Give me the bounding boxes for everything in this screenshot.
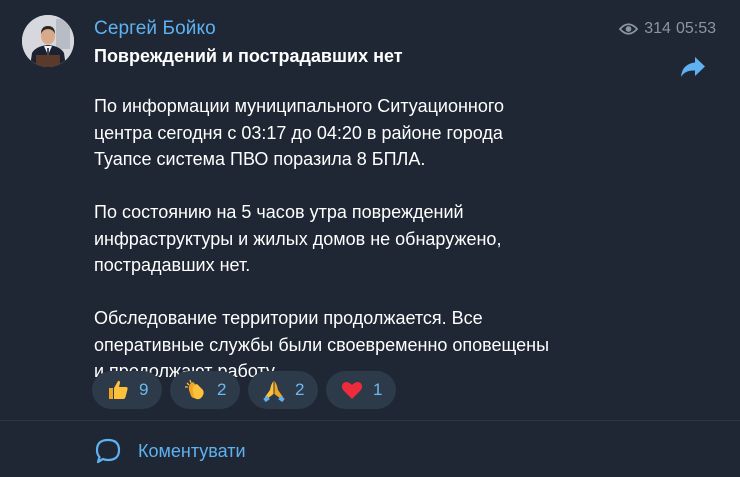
reaction-count: 1 bbox=[373, 380, 383, 399]
view-count: 314 bbox=[644, 20, 671, 37]
comment-label: Коментувати bbox=[138, 440, 246, 461]
comment-bubble-icon bbox=[95, 438, 121, 464]
reaction-count: 2 bbox=[295, 380, 305, 399]
comment-button[interactable]: Коментувати bbox=[94, 437, 246, 465]
avatar-photo bbox=[22, 15, 74, 67]
paragraph: По состоянию на 5 часов утра повреждений… bbox=[94, 202, 502, 275]
paragraph: По информации муниципального Ситуационно… bbox=[94, 96, 505, 169]
divider bbox=[0, 420, 740, 421]
author-name[interactable]: Сергей Бойко bbox=[94, 18, 216, 40]
reaction-heart[interactable]: 1 bbox=[326, 371, 396, 409]
clapping-hands-icon bbox=[185, 379, 204, 400]
reactions-bar: 9 2 2 1 bbox=[92, 371, 404, 409]
thumbs-up-icon bbox=[109, 380, 128, 399]
reaction-folded-hands[interactable]: 2 bbox=[248, 371, 318, 409]
reaction-thumbs-up[interactable]: 9 bbox=[92, 371, 162, 409]
channel-post: Сергей Бойко 314 05:53 Повреждений и пос… bbox=[0, 0, 740, 477]
post-meta: 314 05:53 bbox=[619, 20, 716, 38]
avatar[interactable] bbox=[22, 15, 74, 67]
red-heart-icon bbox=[341, 382, 363, 399]
reaction-count: 9 bbox=[139, 380, 149, 399]
post-body: По информации муниципального Ситуационно… bbox=[94, 93, 714, 411]
post-title: Повреждений и пострадавших нет bbox=[94, 46, 403, 66]
reaction-clapping-hands[interactable]: 2 bbox=[170, 371, 240, 409]
share-icon[interactable] bbox=[680, 56, 706, 78]
folded-hands-icon bbox=[263, 381, 285, 402]
post-time: 05:53 bbox=[675, 20, 716, 37]
reaction-count: 2 bbox=[217, 380, 227, 399]
eye-icon bbox=[619, 23, 639, 35]
